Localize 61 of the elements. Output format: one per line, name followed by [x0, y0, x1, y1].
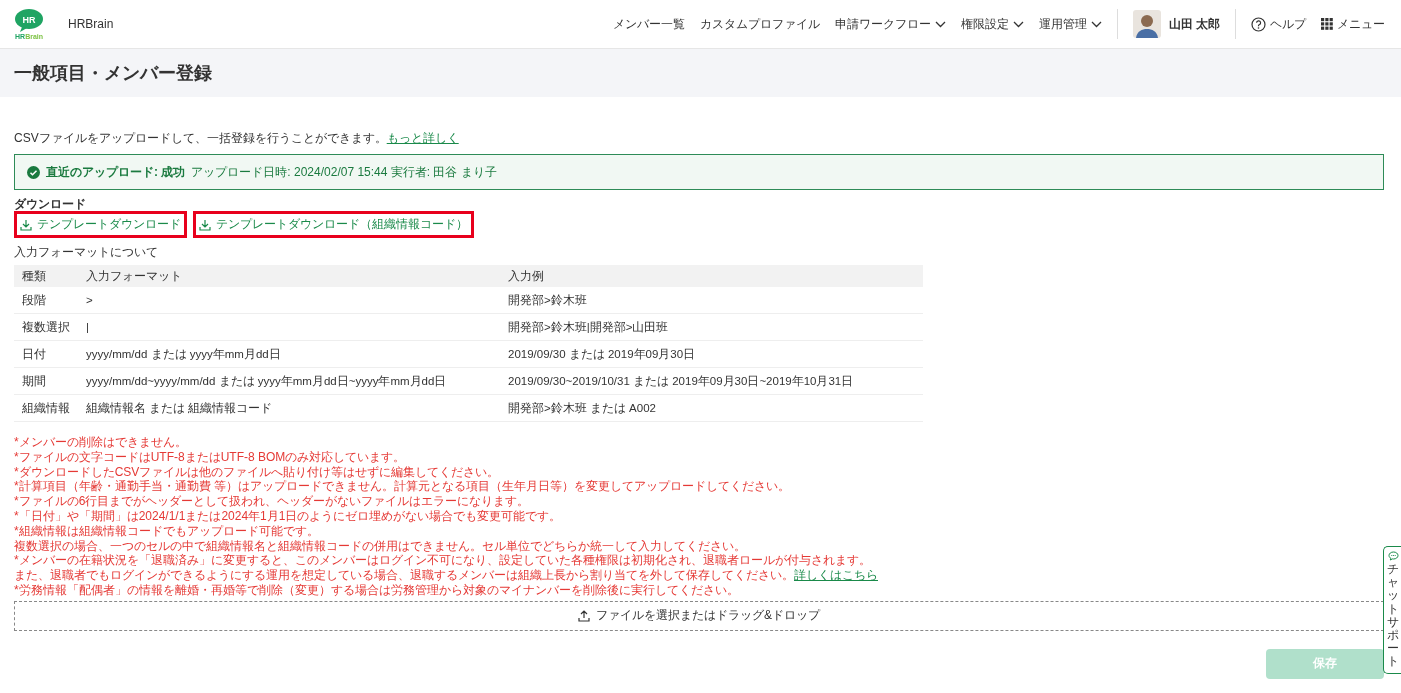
template-download-link[interactable]: テンプレートダウンロード	[14, 211, 187, 238]
nav-item[interactable]: カスタムプロファイル	[699, 15, 820, 33]
table-cell: yyyy/mm/dd または yyyy年mm月dd日	[78, 340, 500, 368]
column-header: 入力例	[500, 265, 923, 287]
table-cell: 日付	[14, 340, 78, 368]
note-text: *組織情報は組織情報コードでもアップロード可能です。	[14, 523, 320, 539]
check-circle-icon	[27, 165, 40, 179]
table-cell: 組織情報名 または 組織情報コード	[78, 394, 500, 422]
nav-item[interactable]: 運用管理	[1038, 15, 1102, 33]
table-cell: yyyy/mm/dd~yyyy/mm/dd または yyyy年mm月dd日~yyyy年mm月dd日	[78, 367, 500, 395]
menu-button[interactable]: メニュー	[1321, 15, 1385, 33]
note-text: *計算項目（年齢・通勤手当・通勤費 等）はアップロードできません。計算元となる項目（生年月日等）を変更してアップロードしてください。	[14, 479, 791, 495]
table-cell: 2019/09/30~2019/10/31 または 2019年09月30日~2019年10月31日	[500, 367, 923, 395]
table-cell: |	[78, 313, 500, 341]
note-text: *メンバーの在籍状況を「退職済み」に変更すると、このメンバーはログイン不可になり、設定していた各種権限は初期化され、退職者ロールが付与されます。	[14, 553, 872, 569]
note-text: *労務情報「配偶者」の情報を離婚・再婚等で削除（変更）する場合は労務管理から対象のマイナンバーを削除後に実行してください。	[14, 582, 740, 598]
app-name: HRBrain	[68, 17, 114, 31]
table-cell: 開発部>鈴木班|開発部>山田班	[500, 313, 923, 341]
help-icon	[1251, 16, 1266, 32]
grid-icon	[1321, 18, 1333, 30]
note-text: *メンバーの削除はできません。	[14, 435, 188, 450]
details-link[interactable]: 詳しくはこちら	[794, 568, 878, 583]
table-cell: 2019/09/30 または 2019年09月30日	[500, 340, 923, 368]
nav-item[interactable]: 申請ワークフロー	[834, 15, 946, 33]
upload-icon	[578, 609, 590, 622]
nav-item[interactable]: メンバー一覧	[612, 15, 685, 33]
help-link[interactable]: ヘルプ	[1251, 15, 1306, 33]
template-download-link[interactable]: テンプレートダウンロード（組織情報コード）	[193, 211, 474, 238]
status-detail: アップロード日時: 2024/02/07 15:44 実行者: 田谷 まり子	[191, 163, 497, 181]
table-cell: 開発部>鈴木班 または A002	[500, 394, 923, 422]
download-icon	[20, 218, 32, 231]
table-cell: >	[78, 287, 500, 314]
note-text: *ファイルの文字コードはUTF-8またはUTF-8 BOMのみ対応しています。	[14, 449, 407, 465]
table-cell: 開発部>鈴木班	[500, 287, 923, 314]
more-link[interactable]: もっと詳しく	[386, 131, 459, 145]
table-cell: 段階	[14, 287, 78, 314]
avatar-icon	[1132, 10, 1161, 38]
chat-icon	[1387, 551, 1399, 561]
column-header: 入力フォーマット	[78, 265, 500, 287]
chat-support-tab[interactable]: チャットサポート	[1383, 546, 1401, 674]
table-cell: 期間	[14, 367, 78, 395]
page-title: 一般項目・メンバー登録	[14, 62, 212, 85]
format-caption: 入力フォーマットについて	[14, 244, 159, 261]
nav-item[interactable]: 権限設定	[960, 15, 1024, 33]
chevron-down-icon	[934, 20, 946, 28]
file-dropzone[interactable]: ファイルを選択またはドラッグ&ドロップ	[14, 600, 1384, 631]
note-text: 複数選択の場合、一つのセルの中で組織情報名と組織情報コードの併用はできません。セル単位でどちらか統一して入力してください。	[14, 538, 747, 554]
intro-text: CSVファイルをアップロードして、一括登録を行うことができます。もっと詳しく	[14, 130, 460, 147]
table-cell: 複数選択	[14, 313, 78, 341]
column-header: 種類	[14, 265, 78, 287]
note-text: また、退職者でもログインができるようにする運用を想定している場合、退職するメンバーは組織上長から割り当てを外して保存してください。詳しくはこちら	[14, 568, 879, 583]
user-menu[interactable]: 山田 太郎	[1132, 10, 1220, 38]
note-text: *「日付」や「期間」は2024/1/1または2024年1月1日のようにゼロ埋めがない場合でも変更可能です。	[14, 509, 563, 524]
note-text: *ダウンロードしたCSVファイルは他のファイルへ貼り付け等はせずに編集してください。	[14, 464, 501, 480]
status-label: 直近のアップロード: 成功	[46, 163, 186, 181]
download-heading: ダウンロード	[14, 198, 87, 211]
note-text: *ファイルの6行目までがヘッダーとして扱われ、ヘッダーがないファイルはエラーになります。	[14, 494, 531, 509]
chevron-down-icon	[1090, 20, 1102, 28]
table-cell: 組織情報	[14, 394, 78, 422]
chevron-down-icon	[1012, 20, 1024, 28]
download-icon	[199, 218, 211, 231]
